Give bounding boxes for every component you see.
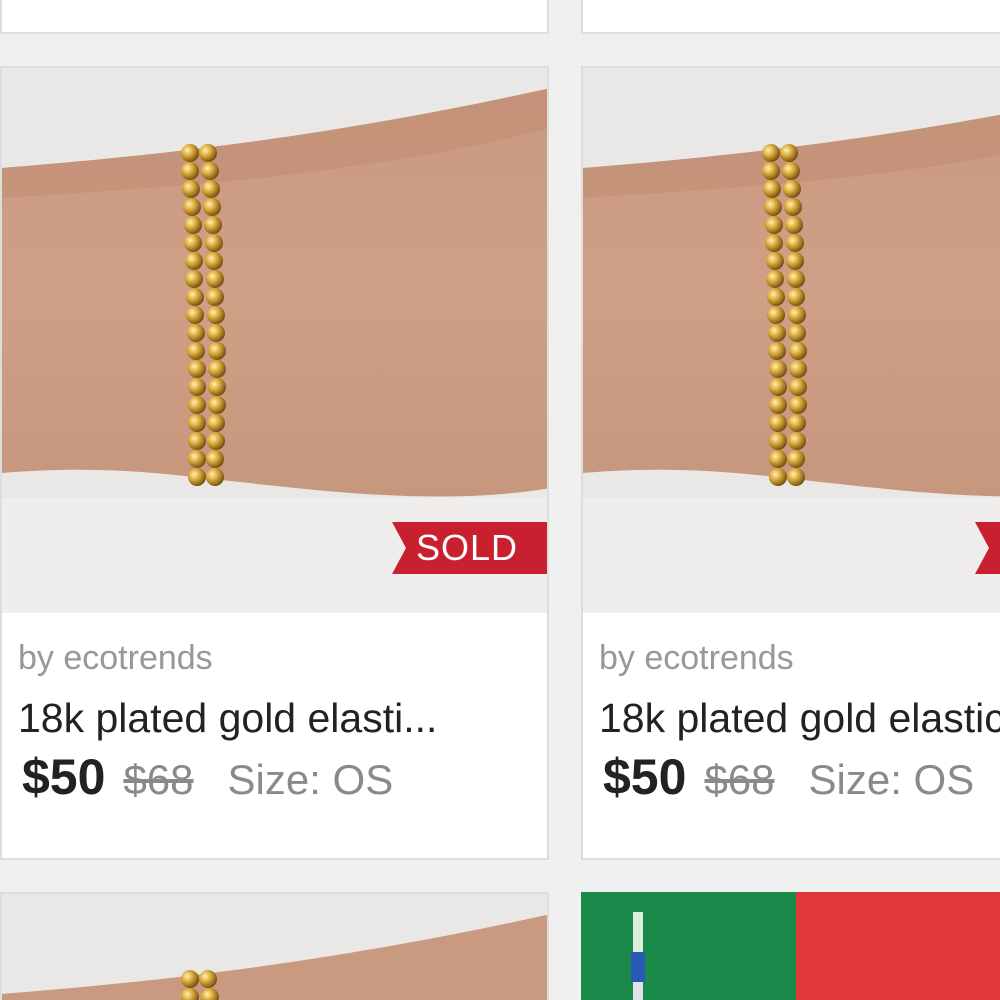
listing-info: by ecotrends 18k plated gold elasti... $…	[2, 637, 547, 805]
sold-badge	[975, 522, 1000, 574]
bracelet-photo	[2, 894, 547, 1000]
listing-price: $50	[603, 749, 687, 805]
listing-title[interactable]: 18k plated gold elasti...	[18, 693, 531, 743]
seller-name[interactable]: by ecotrends	[18, 637, 531, 679]
price-row: $50 $68 Size: OS	[18, 749, 531, 805]
listing-card-partial[interactable]	[0, 892, 549, 1000]
listing-info: by ecotrends 18k plated gold elastic bra…	[583, 637, 1000, 805]
listing-card[interactable]: SOLD by ecotrends 18k plated gold elasti…	[0, 66, 549, 860]
jewelry-photo	[581, 892, 1000, 1000]
bracelet-photo	[583, 68, 1000, 613]
original-price: $68	[704, 756, 775, 803]
original-price: $68	[123, 756, 194, 803]
listing-grid: SOLD by ecotrends 18k plated gold elasti…	[0, 0, 1000, 1000]
listing-card-partial[interactable]	[0, 0, 549, 34]
listing-photo[interactable]: SOLD	[2, 68, 547, 613]
sold-badge: SOLD	[392, 522, 547, 574]
seller-name[interactable]: by ecotrends	[599, 637, 1000, 679]
listing-photo[interactable]	[583, 68, 1000, 613]
listing-size: Size: OS	[808, 756, 975, 803]
listing-title[interactable]: 18k plated gold elastic bracelet	[599, 693, 1000, 743]
price-row: $50 $68 Size: OS	[599, 749, 1000, 805]
listing-card-partial[interactable]	[581, 892, 1000, 1000]
listing-card-partial[interactable]	[581, 0, 1000, 34]
sold-badge-label: SOLD	[416, 527, 519, 568]
listing-price: $50	[22, 749, 106, 805]
listing-size: Size: OS	[227, 756, 394, 803]
listing-card[interactable]: by ecotrends 18k plated gold elastic bra…	[581, 66, 1000, 860]
